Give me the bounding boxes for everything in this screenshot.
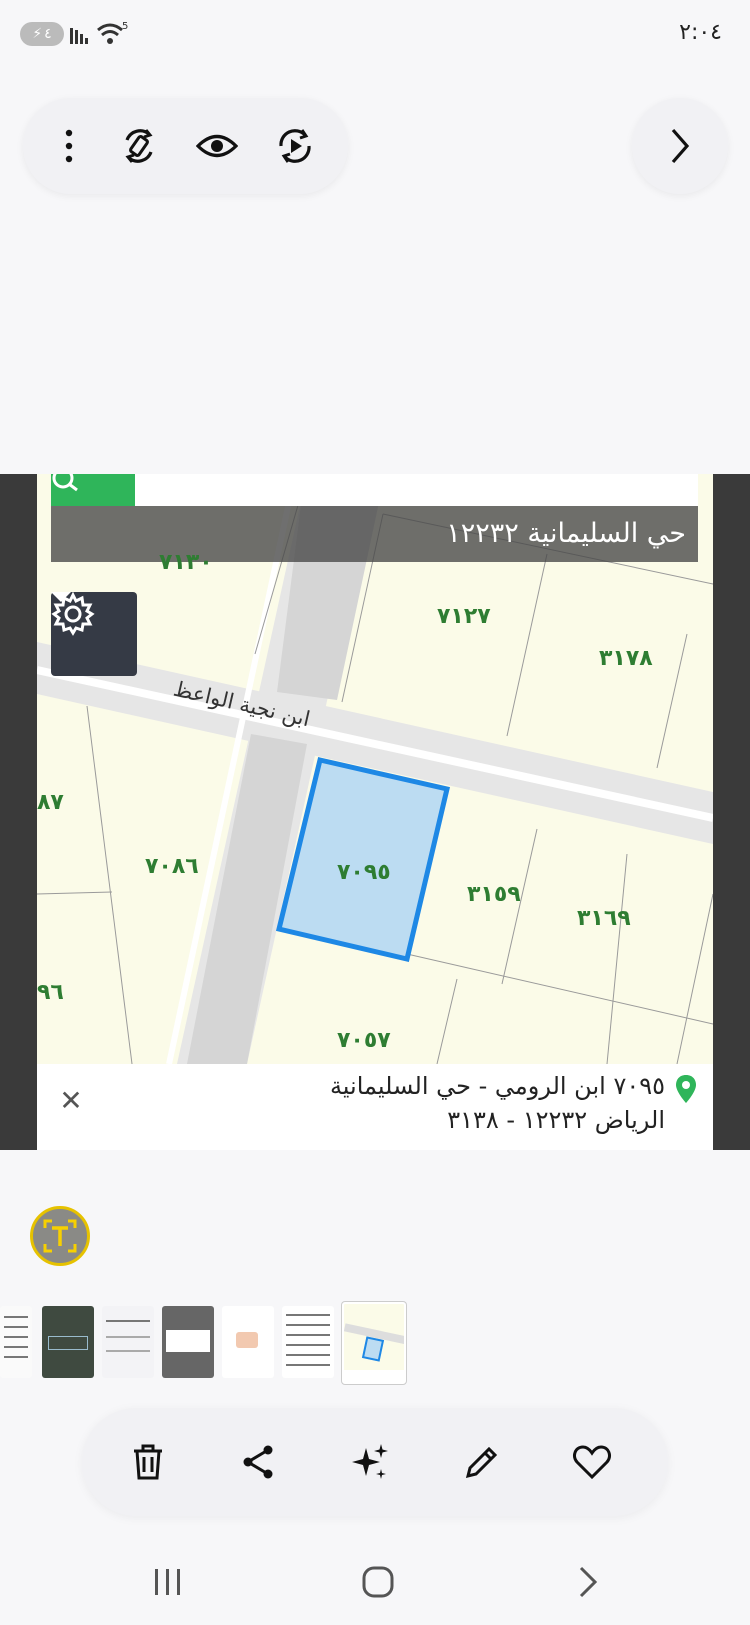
favorite-button[interactable] (566, 1436, 618, 1488)
sparkle-icon (352, 1444, 388, 1479)
home-icon (362, 1566, 394, 1598)
map-screenshot: حي السليمانية ١٢٢٣٢ ٧١٣٠ ٧١٢٧ ٣١٧٨ ٧٠٨٦ … (37, 474, 713, 1064)
caret-down-icon (51, 592, 71, 602)
recents-button[interactable] (140, 1556, 196, 1608)
signal-icon (70, 28, 88, 44)
battery-icon: ⚡ ٤ (20, 22, 64, 46)
next-button[interactable] (632, 98, 728, 194)
thumbnail[interactable] (282, 1306, 334, 1378)
share-icon (243, 1445, 273, 1479)
home-button[interactable] (350, 1556, 406, 1608)
system-nav-bar (0, 1540, 750, 1625)
lot-label: ٧١٣٠ (159, 550, 213, 575)
thumbnail[interactable] (102, 1306, 154, 1378)
thumbnail[interactable] (42, 1306, 94, 1378)
close-icon: ✕ (59, 1083, 83, 1117)
action-bar (82, 1408, 668, 1516)
thumbnail-current[interactable] (342, 1302, 406, 1384)
photo-viewer[interactable]: حي السليمانية ١٢٢٣٢ ٧١٣٠ ٧١٢٧ ٣١٧٨ ٧٠٨٦ … (0, 474, 750, 1150)
pencil-icon (465, 1446, 498, 1479)
district-title: حي السليمانية ١٢٢٣٢ (51, 506, 698, 562)
enhance-button[interactable] (344, 1436, 396, 1488)
lot-label: ٣١٥٩ (467, 882, 521, 907)
status-time: ٢:٠٤ (679, 20, 722, 45)
delete-button[interactable] (122, 1436, 174, 1488)
address-line-1: ٧٠٩٥ ابن الرومي - حي السليمانية (329, 1072, 665, 1100)
lot-label: ٣١٧٨ (599, 646, 653, 671)
map-settings-button[interactable] (51, 592, 137, 676)
share-button[interactable] (232, 1436, 284, 1488)
trash-icon (134, 1444, 162, 1480)
view-button[interactable] (193, 122, 241, 170)
address-line-2: الرياض ١٢٢٣٢ - ٣١٣٨ (447, 1106, 665, 1134)
lot-label: ٧١٢٧ (437, 604, 491, 629)
text-scan-icon (43, 1219, 77, 1253)
more-options-button[interactable] (45, 122, 93, 170)
lot-label: ٩٦ (37, 980, 64, 1005)
viewer-toolbar (23, 98, 348, 194)
lot-label: ٣١٦٩ (577, 906, 631, 931)
back-button[interactable] (560, 1556, 616, 1608)
text-recognition-button[interactable] (30, 1206, 90, 1266)
lot-label: ٧٠٥٧ (337, 1028, 391, 1053)
motion-play-button[interactable] (271, 122, 319, 170)
recents-icon (155, 1569, 180, 1595)
map-canvas (37, 474, 713, 1064)
close-button[interactable]: ✕ (53, 1082, 89, 1118)
wifi-icon: 5 (97, 21, 128, 44)
map-search-bar[interactable] (51, 474, 698, 506)
chevron-right-icon (579, 1566, 598, 1598)
svg-text:5: 5 (122, 21, 128, 32)
search-icon (52, 474, 78, 492)
auto-rotate-button[interactable] (115, 122, 163, 170)
status-bar: ⚡ ٤ 5 ٢:٠٤ (0, 0, 750, 70)
lot-label: ٨٧ (37, 790, 64, 815)
thumbnail[interactable] (0, 1306, 32, 1378)
edit-button[interactable] (456, 1436, 508, 1488)
thumbnail[interactable] (222, 1306, 274, 1378)
auto-rotate-icon (125, 129, 153, 163)
address-card: ✕ ٧٠٩٥ ابن الرومي - حي السليمانية الرياض… (37, 1064, 713, 1150)
thumbnail[interactable] (162, 1306, 214, 1378)
map-search-button[interactable] (51, 474, 135, 506)
chevron-right-icon (671, 128, 690, 164)
location-pin-icon (676, 1075, 696, 1103)
heart-icon (573, 1445, 611, 1480)
play-rotate-icon (279, 129, 311, 163)
lot-label: ٧٠٨٦ (145, 854, 199, 879)
more-vertical-icon (65, 129, 73, 163)
battery-level: ٤ (44, 26, 52, 42)
lot-label-selected: ٧٠٩٥ (337, 860, 391, 885)
eye-icon (196, 134, 238, 158)
